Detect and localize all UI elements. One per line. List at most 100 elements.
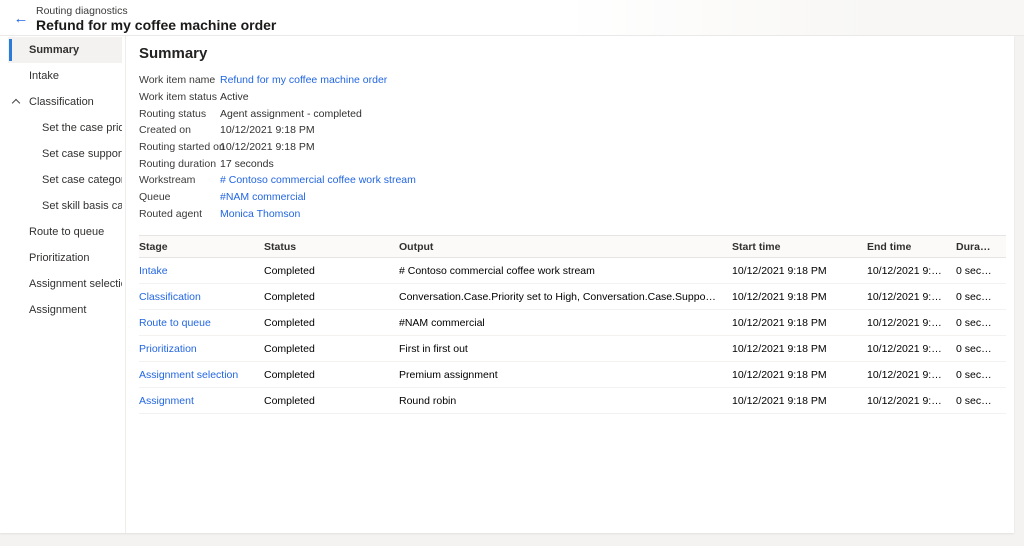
table-row: ClassificationCompletedConversation.Case… bbox=[139, 284, 1006, 310]
cell-start_time: 10/12/2021 9:18 PM bbox=[732, 395, 867, 407]
field-value-work-item-status: Active bbox=[220, 91, 1014, 103]
cell-start_time: 10/12/2021 9:18 PM bbox=[732, 317, 867, 329]
table-row: Assignment selectionCompletedPremium ass… bbox=[139, 362, 1006, 388]
sidebar-item-assignment[interactable]: Assignment bbox=[8, 297, 122, 323]
sidebar-item-label: Intake bbox=[29, 70, 59, 82]
field-label-created-on: Created on bbox=[139, 124, 220, 136]
field-value-work-item-name[interactable]: Refund for my coffee machine order bbox=[220, 74, 1014, 86]
sidebar-item-summary[interactable]: Summary bbox=[8, 37, 122, 63]
app-card: Summary Intake Classification Set the case … bbox=[0, 36, 1014, 533]
field-label-routing-status: Routing status bbox=[139, 108, 220, 120]
column-header-start-time: Start time bbox=[732, 241, 867, 253]
back-button[interactable]: ← bbox=[10, 8, 32, 30]
cell-status: Completed bbox=[264, 265, 399, 277]
field-label-work-item-status: Work item status bbox=[139, 91, 220, 103]
table-row: IntakeCompleted# Contoso commercial coff… bbox=[139, 258, 1006, 284]
column-header-end-time: End time bbox=[867, 241, 956, 253]
cell-status: Completed bbox=[264, 291, 399, 303]
cell-output: #NAM commercial bbox=[399, 317, 732, 329]
section-heading: Summary bbox=[139, 45, 1014, 62]
stage-link-assignment-selection[interactable]: Assignment selection bbox=[139, 369, 264, 381]
sidebar-item-prioritization[interactable]: Prioritization bbox=[8, 245, 122, 271]
field-value-routing-started-on: 10/12/2021 9:18 PM bbox=[220, 141, 1014, 153]
sidebar-item-classification[interactable]: Classification bbox=[8, 89, 122, 115]
cell-duration: 0 seconds bbox=[956, 317, 1006, 329]
field-label-routed-agent: Routed agent bbox=[139, 208, 220, 220]
cell-end_time: 10/12/2021 9:18 PM bbox=[867, 369, 956, 381]
sidebar-item-label: Route to queue bbox=[29, 226, 104, 238]
field-label-routing-started-on: Routing started on bbox=[139, 141, 220, 153]
cell-status: Completed bbox=[264, 317, 399, 329]
cell-start_time: 10/12/2021 9:18 PM bbox=[732, 343, 867, 355]
sidebar-item-assignment-selection[interactable]: Assignment selection bbox=[8, 271, 122, 297]
sidebar-item-label: Summary bbox=[29, 44, 79, 56]
field-label-routing-duration: Routing duration bbox=[139, 158, 220, 170]
cell-output: Conversation.Case.Priority set to High, … bbox=[399, 291, 732, 303]
cell-status: Completed bbox=[264, 343, 399, 355]
field-label-work-item-name: Work item name bbox=[139, 74, 220, 86]
cell-output: Premium assignment bbox=[399, 369, 732, 381]
sidebar-item-set-case-category[interactable]: Set case category... bbox=[8, 167, 122, 193]
sidebar-item-label: Set skill basis cas... bbox=[42, 200, 122, 212]
field-value-workstream[interactable]: # Contoso commercial coffee work stream bbox=[220, 174, 1014, 186]
sidebar-item-label: Assignment selection bbox=[29, 278, 122, 290]
sidebar-item-label: Set case category... bbox=[42, 174, 122, 186]
cell-duration: 0 seconds bbox=[956, 265, 1006, 277]
cell-output: Round robin bbox=[399, 395, 732, 407]
breadcrumb: Routing diagnostics bbox=[36, 5, 128, 17]
cell-end_time: 10/12/2021 9:18 PM bbox=[867, 291, 956, 303]
sidebar-nav: Summary Intake Classification Set the case … bbox=[0, 36, 126, 533]
column-header-status: Status bbox=[264, 241, 399, 253]
cell-end_time: 10/12/2021 9:18 PM bbox=[867, 395, 956, 407]
sidebar-item-set-the-case-prior[interactable]: Set the case prior... bbox=[8, 115, 122, 141]
sidebar-item-set-skill-basis-cas[interactable]: Set skill basis cas... bbox=[8, 193, 122, 219]
field-label-queue: Queue bbox=[139, 191, 220, 203]
sidebar-item-intake[interactable]: Intake bbox=[8, 63, 122, 89]
field-value-queue[interactable]: #NAM commercial bbox=[220, 191, 1014, 203]
field-value-routing-duration: 17 seconds bbox=[220, 158, 1014, 170]
cell-end_time: 10/12/2021 9:18 PM bbox=[867, 343, 956, 355]
field-label-workstream: Workstream bbox=[139, 174, 220, 186]
cell-duration: 0 seconds bbox=[956, 369, 1006, 381]
cell-output: # Contoso commercial coffee work stream bbox=[399, 265, 732, 277]
field-value-routed-agent[interactable]: Monica Thomson bbox=[220, 208, 1014, 220]
column-header-stage: Stage bbox=[139, 241, 264, 253]
page-header: ← Routing diagnostics Refund for my coff… bbox=[0, 0, 1024, 36]
sidebar-item-set-case-support[interactable]: Set case support ... bbox=[8, 141, 122, 167]
cell-output: First in first out bbox=[399, 343, 732, 355]
summary-field-list: Work item nameRefund for my coffee machi… bbox=[139, 72, 1014, 222]
sidebar-item-label: Prioritization bbox=[29, 252, 90, 264]
sidebar-item-label: Classification bbox=[29, 96, 94, 108]
table-row: AssignmentCompletedRound robin10/12/2021… bbox=[139, 388, 1006, 414]
field-value-routing-status: Agent assignment - completed bbox=[220, 108, 1014, 120]
page-title: Refund for my coffee machine order bbox=[36, 17, 276, 33]
cell-duration: 0 seconds bbox=[956, 291, 1006, 303]
sidebar-item-label: Set case support ... bbox=[42, 148, 122, 160]
table-row: PrioritizationCompletedFirst in first ou… bbox=[139, 336, 1006, 362]
cell-end_time: 10/12/2021 9:18 PM bbox=[867, 265, 956, 277]
column-header-output: Output bbox=[399, 241, 732, 253]
field-value-created-on: 10/12/2021 9:18 PM bbox=[220, 124, 1014, 136]
stage-table: StageStatusOutputStart timeEnd timeDurat… bbox=[139, 235, 1006, 414]
stage-link-classification[interactable]: Classification bbox=[139, 291, 264, 303]
main-content: Summary Work item nameRefund for my coff… bbox=[127, 36, 1014, 533]
stage-link-prioritization[interactable]: Prioritization bbox=[139, 343, 264, 355]
sidebar-item-label: Set the case prior... bbox=[42, 122, 122, 134]
stage-link-intake[interactable]: Intake bbox=[139, 265, 264, 277]
cell-status: Completed bbox=[264, 395, 399, 407]
table-row: Route to queueCompleted#NAM commercial10… bbox=[139, 310, 1006, 336]
cell-duration: 0 seconds bbox=[956, 395, 1006, 407]
sidebar-item-label: Assignment bbox=[29, 304, 86, 316]
cell-duration: 0 seconds bbox=[956, 343, 1006, 355]
sidebar-item-route-to-queue[interactable]: Route to queue bbox=[8, 219, 122, 245]
cell-start_time: 10/12/2021 9:18 PM bbox=[732, 369, 867, 381]
cell-end_time: 10/12/2021 9:18 PM bbox=[867, 317, 956, 329]
stage-link-assignment[interactable]: Assignment bbox=[139, 395, 264, 407]
cell-start_time: 10/12/2021 9:18 PM bbox=[732, 291, 867, 303]
chevron-up-icon bbox=[12, 99, 20, 107]
stage-link-route-to-queue[interactable]: Route to queue bbox=[139, 317, 264, 329]
column-header-duration: Duration bbox=[956, 241, 1006, 253]
stage-table-header-row: StageStatusOutputStart timeEnd timeDurat… bbox=[139, 235, 1006, 258]
cell-status: Completed bbox=[264, 369, 399, 381]
cell-start_time: 10/12/2021 9:18 PM bbox=[732, 265, 867, 277]
